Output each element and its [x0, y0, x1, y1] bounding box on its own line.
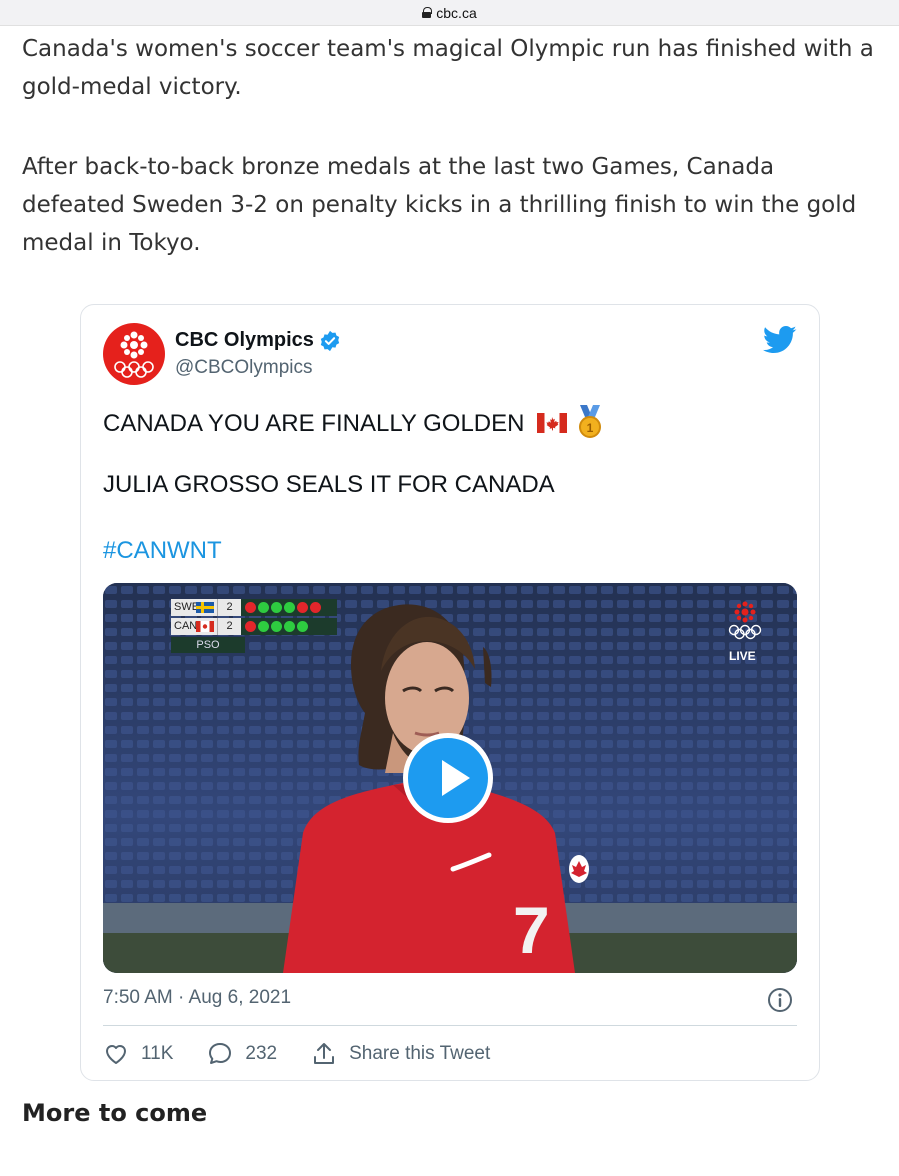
- team-code: SWE: [171, 599, 217, 616]
- tweet-text-line-2: JULIA GROSSO SEALS IT FOR CANADA: [103, 471, 555, 498]
- team-code-label: CAN: [174, 620, 198, 632]
- olympic-rings-icon: [114, 361, 154, 378]
- scoreboard-row-swe: SWE 2: [171, 599, 337, 616]
- tweet-video[interactable]: 7 SWE 2 CAN 2 PSO LIVE: [103, 583, 797, 973]
- verified-icon: [320, 330, 340, 352]
- penalty-kick-goal: [284, 621, 295, 632]
- tweet-actions: 11K 232 Share this Tweet: [103, 1041, 524, 1067]
- scoreboard: SWE 2 CAN 2 PSO: [171, 599, 337, 653]
- penalty-kick-goal: [258, 602, 269, 613]
- reply-icon: [209, 1043, 232, 1064]
- like-button[interactable]: 11K: [103, 1041, 173, 1067]
- play-button[interactable]: [403, 733, 493, 823]
- section-heading: More to come: [22, 1099, 208, 1127]
- jersey-number: 7: [513, 893, 550, 967]
- penalty-kick-goal: [271, 621, 282, 632]
- tweet-hashtag-link[interactable]: #CANWNT: [103, 537, 222, 565]
- article-paragraph-1: Canada's women's soccer team's magical O…: [22, 36, 874, 100]
- share-label: Share this Tweet: [349, 1043, 491, 1064]
- penalty-kick-miss: [310, 602, 321, 613]
- cbc-gem-icon: [120, 331, 148, 359]
- team-code: CAN: [171, 618, 217, 635]
- penalty-kicks-can: [241, 618, 337, 635]
- gold-medal-emoji: 1: [578, 405, 601, 438]
- penalty-kick-goal: [271, 602, 282, 613]
- tweet-text-line-1: CANADA YOU ARE FINALLY GOLDEN 1: [103, 405, 604, 439]
- tweet-text-line-1-label: CANADA YOU ARE FINALLY GOLDEN: [103, 410, 525, 437]
- penalty-kick-goal: [284, 602, 295, 613]
- address-bar[interactable]: cbc.ca: [0, 0, 899, 26]
- shootout-status: PSO: [171, 637, 245, 653]
- tweet-timestamp[interactable]: 7:50 AM · Aug 6, 2021: [103, 987, 291, 1009]
- reply-button[interactable]: 232: [207, 1041, 277, 1067]
- penalty-kicks-swe: [241, 599, 337, 616]
- canada-flag-emoji: [537, 413, 568, 433]
- share-button[interactable]: Share this Tweet: [311, 1041, 490, 1067]
- avatar[interactable]: [103, 323, 165, 385]
- penalty-kick-miss: [297, 602, 308, 613]
- penalty-kick-goal: [297, 621, 308, 632]
- reply-count: 232: [245, 1043, 278, 1064]
- cbc-broadcast-logo: [728, 601, 762, 640]
- live-label: LIVE: [729, 649, 756, 663]
- article-paragraph-2: After back-to-back bronze medals at the …: [22, 154, 857, 256]
- penalty-kick-goal: [258, 621, 269, 632]
- team-score: 2: [217, 599, 241, 616]
- tweet-divider: [103, 1025, 797, 1026]
- team-score: 2: [217, 618, 241, 635]
- twitter-bird-icon[interactable]: [763, 325, 797, 355]
- sweden-flag-icon: [196, 602, 214, 613]
- heart-icon: [106, 1045, 126, 1064]
- scoreboard-row-can: CAN 2: [171, 618, 337, 635]
- lock-icon: [422, 7, 433, 18]
- url-domain: cbc.ca: [436, 4, 477, 21]
- share-icon: [314, 1043, 335, 1064]
- tweet-handle[interactable]: @CBCOlympics: [175, 357, 313, 379]
- penalty-kick-miss: [245, 602, 256, 613]
- embedded-tweet[interactable]: CBC Olympics @CBCOlympics CANADA YOU ARE…: [80, 304, 820, 1081]
- penalty-kick-miss: [245, 621, 256, 632]
- canada-flag-icon: [196, 621, 214, 632]
- info-icon[interactable]: [767, 987, 793, 1013]
- tweet-author-name[interactable]: CBC Olympics: [175, 329, 314, 352]
- like-count: 11K: [141, 1043, 174, 1064]
- svg-text:1: 1: [586, 421, 593, 435]
